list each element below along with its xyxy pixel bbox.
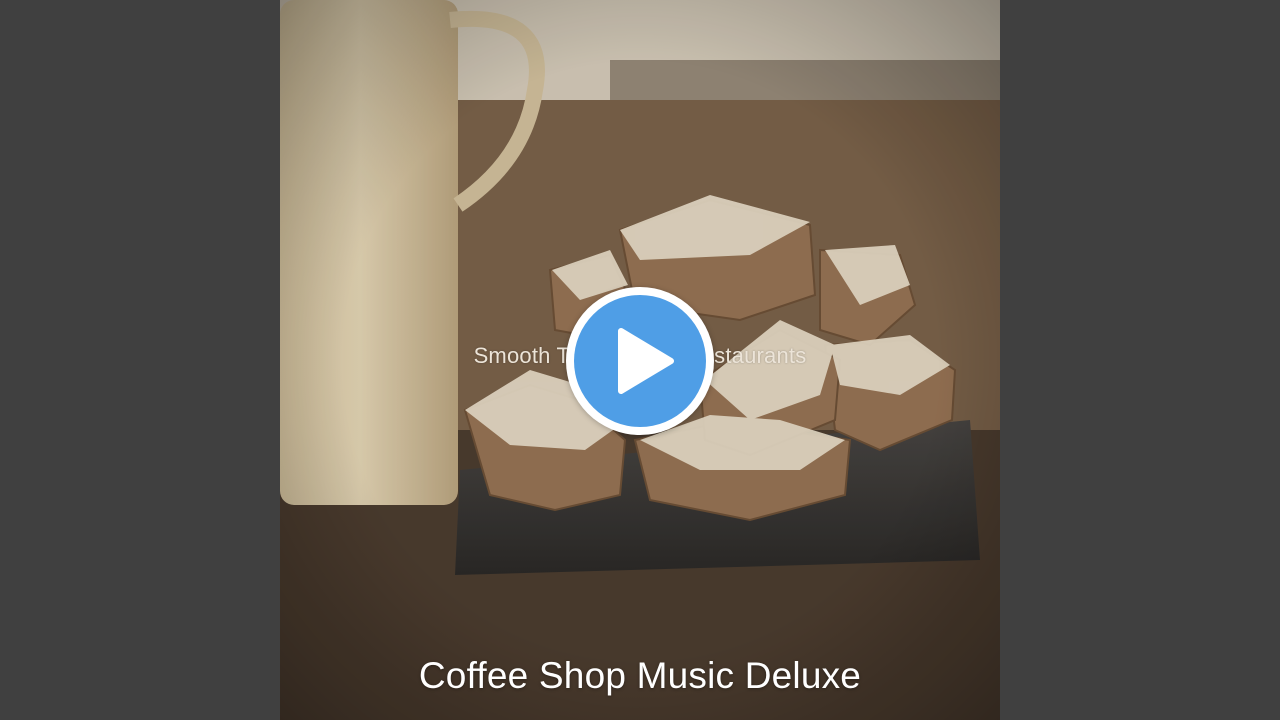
video-player[interactable]: Smooth Trio Jazz for Restaurants Coffee … [0,0,1280,720]
play-icon [618,328,674,394]
play-button[interactable] [566,287,714,435]
artist-name: Coffee Shop Music Deluxe [418,655,862,696]
